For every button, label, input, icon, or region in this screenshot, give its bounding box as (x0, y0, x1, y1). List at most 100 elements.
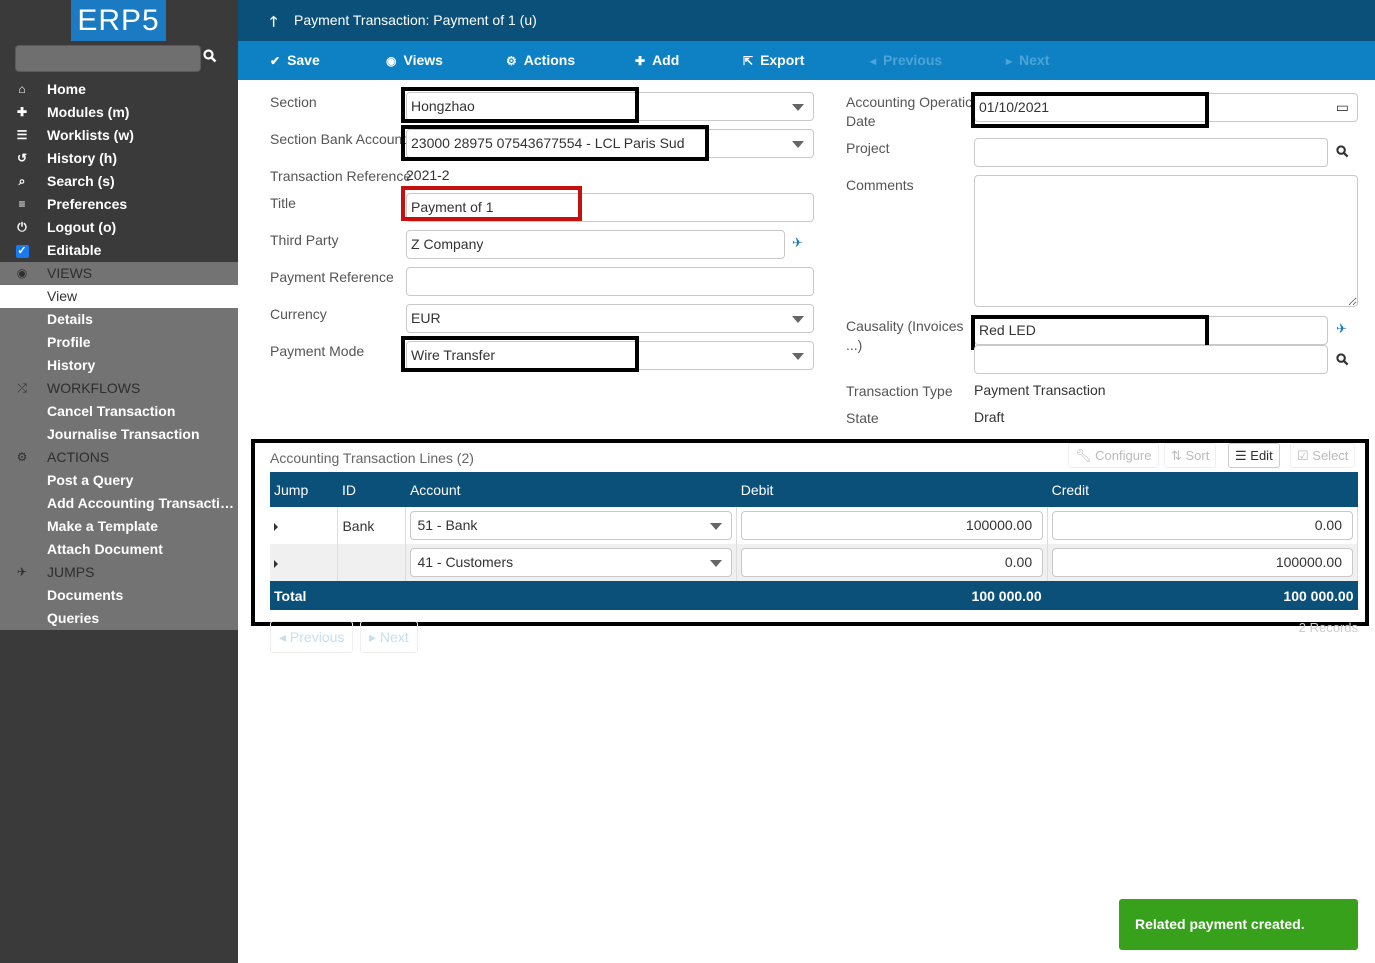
causality-input[interactable]: Red LED (974, 316, 1328, 345)
sidebar-nav: ⌂ Home ✚ Modules (m) ☰ Worklists (w) ↺ Histo… (0, 78, 238, 630)
sidebar-item-worklists[interactable]: ☰ Worklists (w) (0, 124, 238, 147)
sidebar-item-modules[interactable]: ✚ Modules (m) (0, 101, 238, 124)
sidebar-item-logout[interactable]: ⏻ Logout (o) (0, 216, 238, 239)
search-icon[interactable] (1336, 353, 1349, 369)
previous-button[interactable]: ◂ Previous (870, 52, 942, 68)
jump-cell[interactable] (270, 507, 339, 544)
sidebar-item-attach-document[interactable]: Attach Document (0, 538, 238, 561)
payment-reference-input[interactable] (406, 267, 814, 296)
project-label: Project (846, 140, 890, 156)
random-icon: ⤮ (17, 381, 27, 395)
sidebar-search-input[interactable] (15, 45, 201, 72)
sidebar-item-label: Attach Document (47, 541, 163, 557)
listbox-previous-button[interactable]: ◂ Previous (270, 621, 354, 653)
save-button[interactable]: ✔ Save (270, 52, 320, 68)
next-button[interactable]: ▸ Next (1006, 52, 1049, 68)
sidebar-item-documents[interactable]: Documents (0, 584, 238, 607)
column-header-credit[interactable]: Credit (1047, 472, 1358, 507)
section-select[interactable]: Hongzhao (406, 92, 814, 121)
project-input[interactable] (974, 138, 1328, 167)
caret-right-icon[interactable] (274, 522, 278, 531)
plane-icon[interactable]: ✈ (792, 235, 803, 251)
debit-input[interactable]: 100000.00 (741, 511, 1044, 540)
sidebar-item-cancel-transaction[interactable]: Cancel Transaction (0, 400, 238, 423)
erp5-logo[interactable]: ERP5 (71, 0, 166, 41)
account-select[interactable]: 41 - Customers (410, 548, 733, 577)
add-button[interactable]: ✚ Add (635, 52, 679, 68)
sidebar-item-label: Post a Query (47, 472, 134, 488)
section-bank-account-select[interactable]: 23000 28975 07543677554 - LCL Paris Sud (406, 129, 814, 158)
account-value: 41 - Customers (417, 554, 514, 570)
causality-search-input[interactable] (974, 345, 1328, 374)
sidebar-item-preferences[interactable]: ≡ Preferences (0, 193, 238, 216)
sidebar-item-editable[interactable]: ✓ Editable (0, 239, 238, 262)
actions-button[interactable]: ⚙ Actions (506, 52, 575, 68)
sidebar-item-journalise-transaction[interactable]: Journalise Transaction (0, 423, 238, 446)
third-party-input[interactable]: Z Company (406, 230, 785, 259)
export-button[interactable]: ⇱ Export (743, 52, 804, 68)
total-credit: 100 000.00 (1047, 581, 1358, 610)
column-header-account[interactable]: Account (405, 472, 737, 507)
column-header-jump[interactable]: Jump (270, 472, 338, 507)
arrow-up-icon[interactable]: 🡑 (270, 11, 277, 35)
state-label: State (846, 410, 879, 426)
credit-input[interactable]: 100000.00 (1052, 548, 1353, 577)
sidebar-item-post-query[interactable]: Post a Query (0, 469, 238, 492)
sidebar-item-search[interactable]: ⌕ Search (s) (0, 170, 238, 193)
credit-input[interactable]: 0.00 (1052, 511, 1353, 540)
sidebar-section-workflows: ⤮ WORKFLOWS (0, 377, 238, 400)
sidebar-item-label: Worklists (w) (47, 127, 134, 143)
sidebar-item-label: Logout (o) (47, 219, 117, 235)
title-value: Payment of 1 (411, 199, 494, 215)
sidebar-item-details[interactable]: Details (0, 308, 238, 331)
sort-button[interactable]: ⇅ Sort (1164, 443, 1217, 468)
views-button[interactable]: ◉ Views (386, 52, 443, 68)
sidebar-item-home[interactable]: ⌂ Home (0, 78, 238, 101)
total-label: Total (270, 581, 737, 610)
home-icon: ⌂ (18, 82, 26, 96)
section-header: WORKFLOWS (47, 380, 141, 396)
transaction-reference-value: 2021-2 (406, 167, 450, 183)
puzzle-icon: ✚ (16, 105, 28, 119)
sidebar-item-label: History (h) (47, 150, 117, 166)
comments-textarea[interactable] (974, 175, 1358, 307)
sidebar-item-label: Documents (47, 587, 124, 603)
sidebar-item-profile[interactable]: Profile (0, 331, 238, 354)
currency-select[interactable]: EUR (406, 304, 814, 333)
sidebar-item-add-accounting-line[interactable]: Add Accounting Transaction L... (0, 492, 238, 515)
toolbar: ✔ Save ◉ Views ⚙ Actions ✚ Add ⇱ Export ◂ Prev… (238, 41, 1375, 80)
title-input[interactable]: Payment of 1 (406, 193, 814, 222)
sidebar-item-view[interactable]: View (0, 285, 238, 308)
sidebar-item-queries[interactable]: Queries (0, 607, 238, 630)
tasks-icon: ☰ (16, 128, 28, 142)
column-header-id[interactable]: ID (337, 472, 406, 507)
section-header: ACTIONS (47, 449, 110, 465)
edit-button[interactable]: ☰ Edit (1228, 443, 1280, 468)
chevron-down-icon (710, 523, 723, 530)
wrench-icon: 🔧︎ (1075, 448, 1096, 463)
sidebar-item-history[interactable]: ↺ History (h) (0, 147, 238, 170)
jump-cell[interactable] (270, 544, 339, 581)
account-select[interactable]: 51 - Bank (410, 511, 733, 540)
plane-icon[interactable]: ✈ (1336, 321, 1347, 337)
configure-button[interactable]: 🔧︎ Configure (1068, 443, 1159, 468)
sidebar-item-label: Preferences (47, 196, 128, 212)
select-button[interactable]: ☑ Select (1290, 443, 1356, 468)
sidebar-search-button[interactable] (203, 49, 221, 67)
sidebar-item-label: Add Accounting Transaction L... (47, 495, 238, 511)
payment-mode-select[interactable]: Wire Transfer (406, 341, 814, 370)
notification-toast[interactable]: Related payment created. (1119, 899, 1358, 950)
calendar-icon[interactable]: ▭ (1336, 94, 1349, 121)
sidebar-item-history-view[interactable]: History (0, 354, 238, 377)
sidebar-item-label: View (47, 288, 78, 304)
caret-right-icon[interactable] (274, 559, 278, 568)
column-header-debit[interactable]: Debit (736, 472, 1048, 507)
search-icon[interactable] (1336, 145, 1349, 161)
listbox-next-button[interactable]: ▸ Next (360, 621, 418, 653)
add-label: Add (652, 52, 680, 68)
caret-right-icon: ▸ (369, 629, 380, 645)
sidebar-item-make-template[interactable]: Make a Template (0, 515, 238, 538)
checkbox-icon[interactable]: ✓ (15, 245, 29, 258)
debit-input[interactable]: 0.00 (741, 548, 1044, 577)
accounting-operation-date-input[interactable]: 01/10/2021 ▭ (974, 93, 1358, 122)
